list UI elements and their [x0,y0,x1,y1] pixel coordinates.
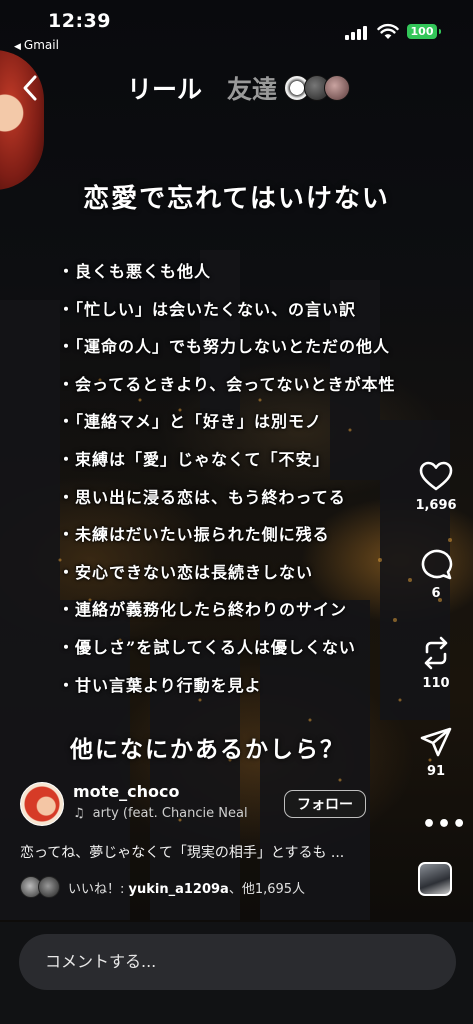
liked-by-text: いいね！: yukin_a1209a、他1,695人 [68,878,305,897]
comment-button[interactable]: 6 [408,548,464,601]
battery-indicator: 100 [407,24,441,39]
user-avatar[interactable] [20,782,64,826]
share-count: 91 [426,764,446,779]
reel-closing-question: 他になにかあるかしら？ [70,736,345,763]
post-caption[interactable]: 恋ってね、夢じゃなくて「現実の相手」とするも ... [20,842,344,862]
reel-point: ・「忙しい」は会いたくない、の言い訳 [58,299,357,319]
comment-count: 6 [431,586,441,601]
heart-icon [419,461,453,491]
reel-point: ・連絡が義務化したら終わりのサイン [58,600,348,620]
reel-points-list: ・良くも悪くも他人 ・「忙しい」は会いたくない、の言い訳 ・「運命の人」でも努力… [58,258,395,709]
friend-avatar [324,75,350,101]
repost-count: 110 [422,676,450,691]
reel-point: ・優しさ”を試してくる人は優しくない [58,637,356,657]
reel-point: ・安心できない恋は長続きしない [58,562,314,582]
reel-point: ・「連絡マメ」と「好き」は別モノ [58,412,323,432]
follow-button[interactable]: フォロー [284,790,366,818]
like-button[interactable]: 1,696 [408,460,464,513]
tab-friends[interactable]: 友達 [227,70,277,106]
repost-icon [424,636,448,670]
liker-avatar [38,876,60,898]
cellular-signal-icon [345,26,371,40]
comment-input[interactable]: コメントする... [19,934,456,990]
reel-point: ・良くも悪くも他人 [58,262,212,281]
liked-by-prefix: いいね！: [68,882,129,897]
audio-thumbnail[interactable] [418,862,452,896]
repost-button[interactable]: 110 [408,636,464,691]
status-bar: 12:39 ◀ Gmail 100 [0,0,473,56]
send-icon [420,727,452,757]
comment-bubble-icon [421,549,453,580]
clock: 12:39 [48,10,111,32]
reel-point: ・思い出に浸る恋は、もう終わってる [58,487,346,507]
wifi-icon [377,23,399,39]
reel-headline: 恋愛で忘れてはいけない [83,184,390,214]
liked-by-user[interactable]: yukin_a1209a [129,882,229,897]
share-button[interactable]: 91 [408,726,464,779]
music-info[interactable]: ♫ arty (feat. Chancie Neal [73,806,273,821]
back-to-app-link[interactable]: ◀ Gmail [14,38,59,52]
username[interactable]: mote_choco [73,782,180,801]
reel-point: ・未練はだいたい振られた側に残る [58,525,330,545]
music-title: arty (feat. Chancie Neal [92,806,248,821]
back-app-label: Gmail [23,38,59,52]
more-options-icon[interactable]: ••• [422,812,467,837]
back-triangle-icon: ◀ [14,42,21,52]
like-count: 1,696 [415,498,457,513]
chevron-left-icon[interactable] [20,74,40,102]
reel-point: ・束縛は「愛」じゃなくて「不安」 [58,449,330,469]
reel-point: ・会ってるときより、会ってないときが本性 [58,374,396,394]
tab-reels[interactable]: リール [127,70,202,106]
reel-point: ・甘い言葉より行動を見よ [58,675,262,695]
music-note-icon: ♫ [73,806,85,821]
reel-point: ・「運命の人」でも努力しないとただの他人 [58,337,391,357]
liked-by-suffix: 、他1,695人 [228,882,306,897]
